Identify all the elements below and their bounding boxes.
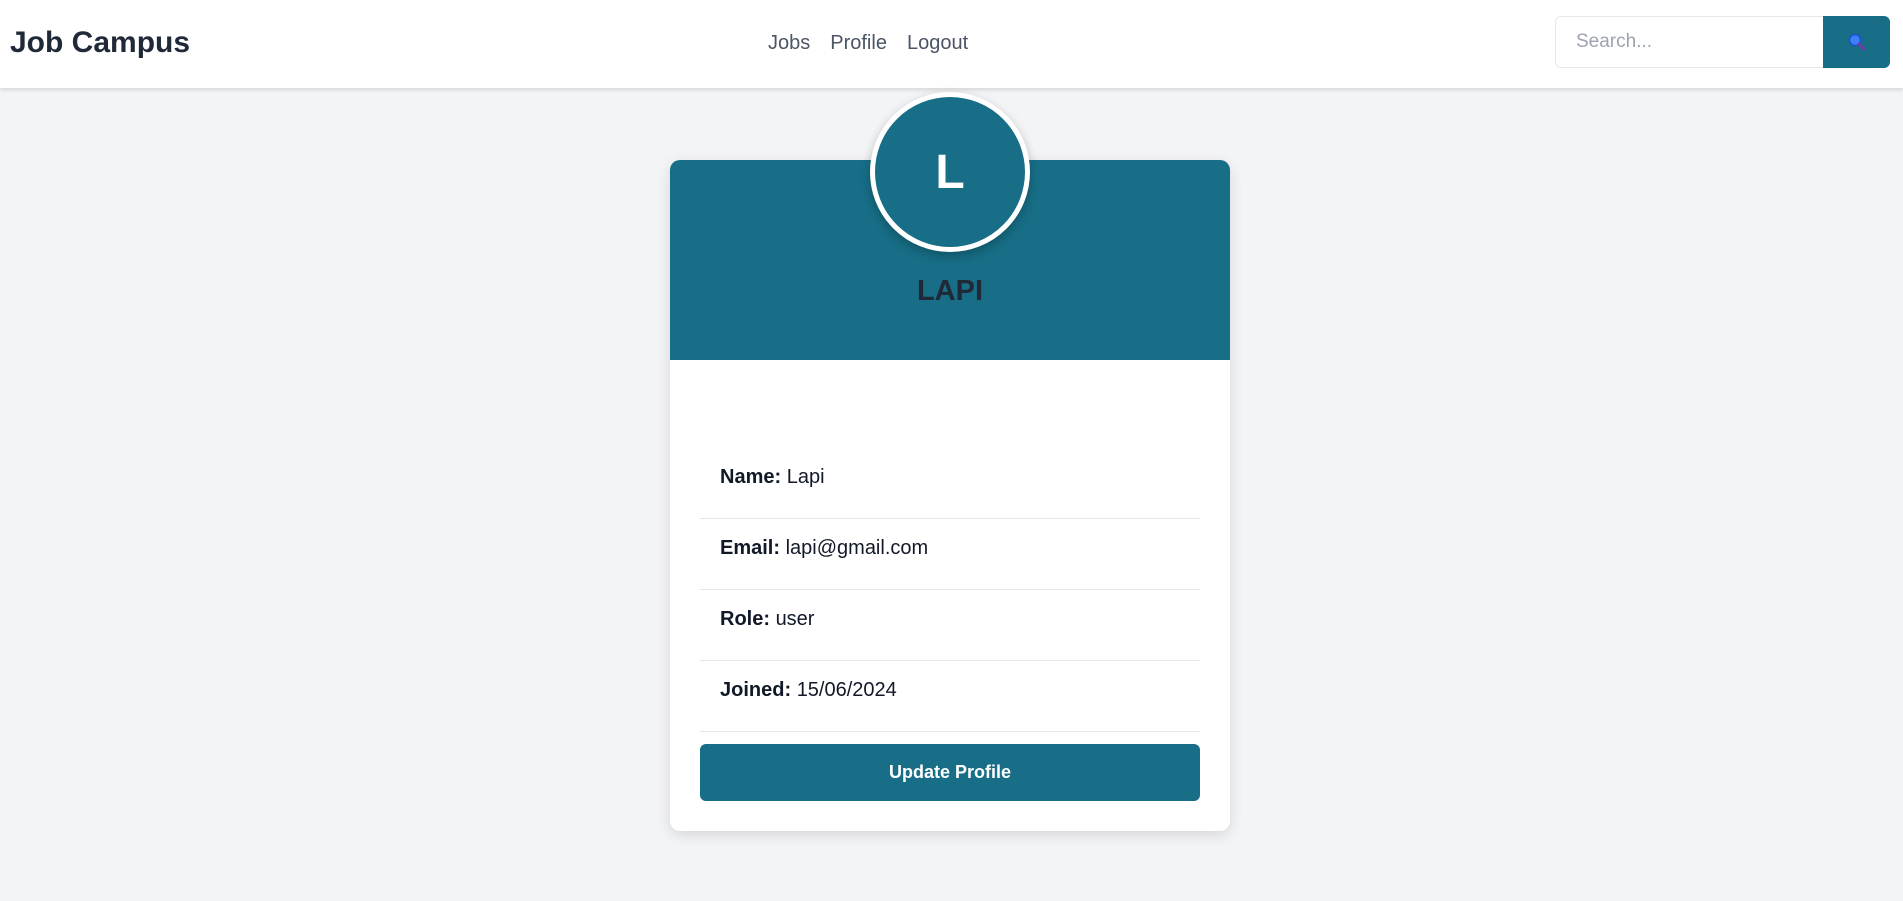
info-row-role: Role: user <box>700 590 1200 661</box>
nav-link-profile[interactable]: Profile <box>830 30 887 56</box>
info-label: Joined: <box>720 679 792 701</box>
info-row-name: Name: Lapi <box>700 448 1200 519</box>
info-row-email: Email: lapi@gmail.com <box>700 519 1200 590</box>
profile-card-header: L LAPI <box>670 92 1230 360</box>
update-profile-button[interactable]: Update Profile <box>700 744 1200 801</box>
brand-logo[interactable]: Job Campus <box>10 24 190 62</box>
search-input[interactable] <box>1555 16 1823 68</box>
info-value: 15/06/2024 <box>796 679 897 701</box>
profile-display-name: LAPI <box>916 275 984 307</box>
nav-links: Jobs Profile Logout <box>768 30 968 56</box>
info-row-joined: Joined: 15/06/2024 <box>700 661 1200 732</box>
nav-link-logout[interactable]: Logout <box>907 30 968 56</box>
info-label: Name: <box>720 466 782 488</box>
profile-card: L LAPI Name: Lapi Email: lapi@gmail.com … <box>670 92 1230 831</box>
search-bar <box>1555 16 1890 68</box>
search-icon <box>1848 33 1865 51</box>
info-value: Lapi <box>786 466 825 488</box>
navbar: Job Campus Jobs Profile Logout <box>0 0 1903 88</box>
info-label: Email: <box>720 537 781 559</box>
nav-link-jobs[interactable]: Jobs <box>768 30 810 56</box>
info-label: Role: <box>720 608 770 630</box>
profile-info-list: Name: Lapi Email: lapi@gmail.com Role: u… <box>700 448 1200 732</box>
avatar: L <box>870 92 1030 252</box>
info-value: lapi@gmail.com <box>785 537 929 559</box>
search-button[interactable] <box>1823 16 1890 68</box>
info-value: user <box>775 608 815 630</box>
